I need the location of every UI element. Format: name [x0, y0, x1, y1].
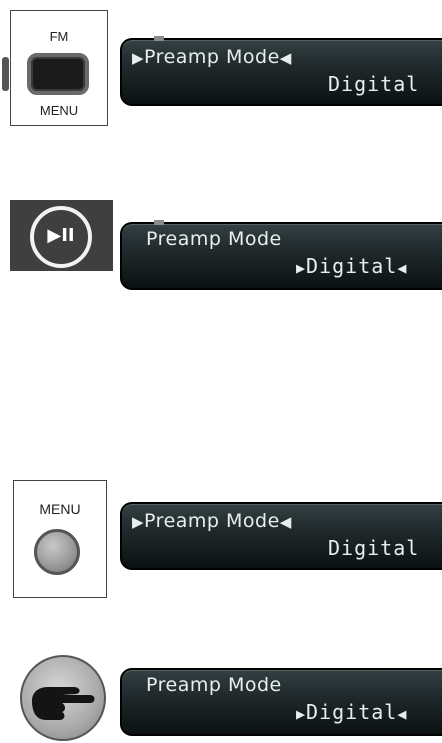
lcd-line-1: ▶Preamp Mode◀ — [132, 46, 292, 68]
menu-label: MENU — [39, 501, 81, 517]
lcd-line-2-text: Digital — [328, 536, 420, 560]
fm-label: FM — [49, 29, 69, 44]
hand-pointer-control[interactable] — [20, 655, 106, 741]
lcd-line-1-text: Preamp Mode — [144, 510, 280, 532]
select-arrow-right-icon: ▶ — [296, 705, 307, 723]
panel-slot — [2, 57, 9, 91]
lcd-line-2: ▶Digital◀ — [296, 254, 407, 278]
lcd-line-1-text: Preamp Mode — [146, 674, 282, 696]
select-arrow-left-icon: ◀ — [397, 705, 408, 723]
play-pause-control[interactable]: ▶II — [10, 200, 113, 271]
menu-panel: MENU — [13, 480, 107, 598]
fm-menu-panel: FM MENU — [2, 10, 108, 126]
lcd-display: ▶Preamp Mode◀ Digital — [120, 36, 442, 106]
hand-pointer-icon — [32, 687, 95, 720]
lcd-line-2-text: Digital — [328, 72, 420, 96]
lcd-notch — [154, 36, 164, 41]
lcd-line-2-text: Digital — [306, 700, 398, 724]
fm-menu-button[interactable] — [27, 53, 89, 95]
select-arrow-right-icon: ▶ — [132, 513, 145, 531]
lcd-notch — [154, 220, 164, 225]
lcd-line-1: ▶Preamp Mode◀ — [132, 510, 292, 532]
lcd-line-1-text: Preamp Mode — [144, 46, 280, 68]
select-arrow-left-icon: ◀ — [279, 49, 292, 67]
lcd-display: Preamp Mode ▶Digital◀ — [120, 668, 442, 736]
lcd-line-2-text: Digital — [306, 254, 398, 278]
menu-button[interactable] — [34, 529, 80, 575]
lcd-display: ▶Preamp Mode◀ Digital — [120, 502, 442, 570]
play-pause-ring: ▶II — [30, 206, 92, 268]
play-pause-icon: ▶II — [47, 225, 75, 246]
lcd-line-1-text: Preamp Mode — [146, 228, 282, 250]
select-arrow-left-icon: ◀ — [397, 259, 408, 277]
step-1: FM MENU ▶Preamp Mode◀ Digital — [0, 0, 442, 140]
select-arrow-right-icon: ▶ — [132, 49, 145, 67]
select-arrow-right-icon: ▶ — [296, 259, 307, 277]
select-arrow-left-icon: ◀ — [279, 513, 292, 531]
lcd-line-2: ▶Digital◀ — [296, 700, 407, 724]
step-3: MENU ▶Preamp Mode◀ Digital — [0, 470, 442, 610]
step-2: ▶II Preamp Mode ▶Digital◀ — [0, 190, 442, 290]
menu-label: MENU — [39, 103, 79, 118]
step-4: Preamp Mode ▶Digital◀ — [0, 650, 442, 741]
lcd-display: Preamp Mode ▶Digital◀ — [120, 220, 442, 290]
